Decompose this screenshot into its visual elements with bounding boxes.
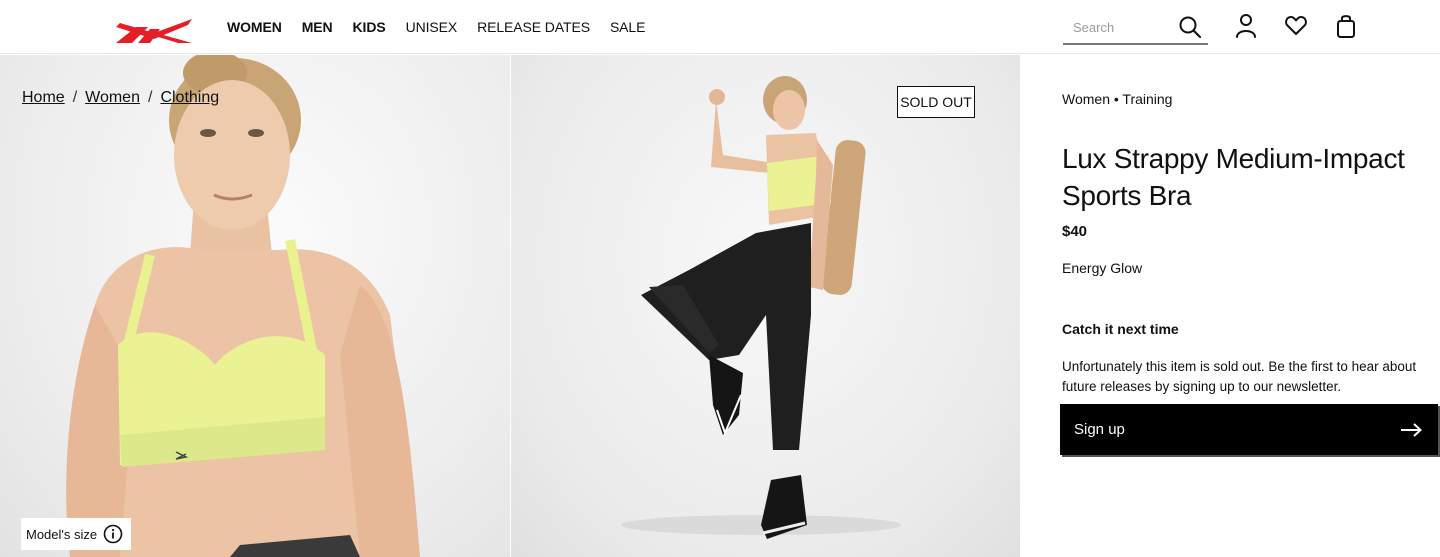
notify-description: Unfortunately this item is sold out. Be … [1062,359,1417,394]
product-color: Energy Glow [1062,260,1143,276]
sign-up-label: Sign up [1074,421,1125,438]
info-icon [103,524,123,544]
main-nav: WOMEN MEN KIDS UNISEX RELEASE DATES SALE [227,0,665,54]
nav-women[interactable]: WOMEN [227,19,282,35]
breadcrumb-home[interactable]: Home [22,89,65,107]
breadcrumb-separator: / [147,89,153,106]
models-size-label: Model's size [26,526,98,542]
nav-men[interactable]: MEN [302,19,333,35]
model-front-illustration [66,55,420,557]
models-size-button[interactable]: Model's size [21,518,131,550]
nav-kids[interactable]: KIDS [353,19,386,35]
product-info-panel [1021,55,1440,557]
nav-unisex[interactable]: UNISEX [406,19,458,35]
breadcrumb-clothing[interactable]: Clothing [160,89,219,107]
search-icon[interactable] [1178,15,1202,39]
sign-up-button[interactable]: Sign up [1060,404,1438,455]
product-image-front[interactable] [0,55,510,557]
product-price: $40 [1062,223,1088,240]
site-header: WOMEN MEN KIDS UNISEX RELEASE DATES SALE [0,0,1440,54]
search-input[interactable] [1063,12,1173,42]
nav-sale[interactable]: SALE [610,19,646,35]
model-full-body-illustration [621,76,901,539]
account-icon[interactable] [1234,13,1258,39]
search-box [1063,12,1208,45]
breadcrumb-women[interactable]: Women [85,89,140,107]
wishlist-heart-icon[interactable] [1284,13,1308,39]
reebok-logo[interactable] [114,17,194,45]
product-title: Lux Strappy Medium-Impact Sports Bra [1062,143,1405,211]
arrow-right-icon [1401,422,1422,437]
product-category: Women • Training [1062,91,1173,107]
product-image-full-body[interactable] [511,55,1020,557]
breadcrumb-separator: / [72,89,78,106]
sold-out-badge: SOLD OUT [897,86,975,118]
breadcrumb: Home / Women / Clothing [22,89,219,107]
notify-heading: Catch it next time [1062,321,1179,337]
shopping-bag-icon[interactable] [1334,13,1358,39]
nav-release-dates[interactable]: RELEASE DATES [477,19,590,35]
